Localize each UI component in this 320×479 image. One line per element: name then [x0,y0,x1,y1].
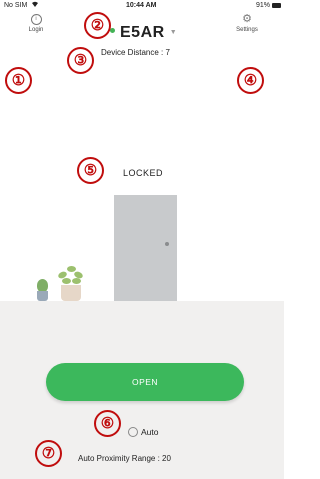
plant-large-leaves [57,266,84,286]
annotation-marker-5: ⑤ [77,157,104,184]
auto-radio[interactable] [128,426,138,437]
login-label: Login [28,27,44,33]
annotation-marker-7: ⑦ [35,440,62,467]
door-illustration [114,195,177,301]
annotation-marker-2: ② [84,12,111,39]
status-bar: No SIM 10:44 AM 91% [0,0,284,14]
battery-percent: 91% [255,2,270,9]
annotation-marker-4: ④ [237,67,264,94]
carrier-label: No SIM [4,2,28,9]
device-distance: Device Distance : 7 [101,48,170,57]
proximity-range-label: Auto Proximity Range : 20 [78,454,171,463]
settings-button[interactable]: ⚙ Settings [228,13,266,34]
annotation-marker-3: ③ [67,47,94,74]
plant-small-pot [37,291,48,301]
auto-label: Auto [141,427,159,437]
auto-toggle[interactable]: Auto [128,426,159,438]
info-circle-icon: i [30,14,42,25]
chevron-down-icon: ▼ [169,29,178,36]
battery-icon [272,3,281,8]
gear-icon: ⚙ [242,13,252,25]
settings-label: Settings [236,27,258,33]
door-knob [165,242,169,246]
connection-status-dot [110,28,115,34]
wifi-icon [31,1,39,10]
app-screen: No SIM 10:44 AM 91% i Login E5AR ▼ Device… [0,0,284,479]
open-button[interactable]: OPEN [46,363,244,401]
device-name: E5AR [120,24,165,41]
lock-state-label: LOCKED [123,168,164,178]
status-time: 10:44 AM [126,2,157,9]
annotation-marker-6: ⑥ [94,410,121,437]
device-selector[interactable]: E5AR ▼ [110,24,177,42]
login-button[interactable]: i Login [22,14,50,33]
plant-large-pot [61,285,81,301]
annotation-marker-1: ① [5,67,32,94]
